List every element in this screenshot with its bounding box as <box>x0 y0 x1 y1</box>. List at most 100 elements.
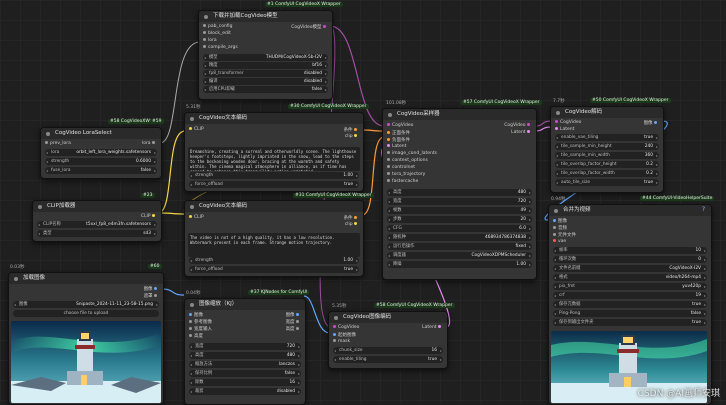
widget-denoise[interactable]: 降噪1.00 <box>387 261 532 268</box>
output-latent[interactable]: Latent <box>422 325 443 330</box>
input-positive[interactable]: 正面条件 <box>387 130 410 136</box>
input-clip[interactable]: CLIP <box>189 127 204 132</box>
node-title[interactable]: CogVideo文本编码 <box>185 113 363 124</box>
widget-pix-fmt[interactable]: pix_fmtyuv420p <box>553 283 707 290</box>
widget-tile-min-width[interactable]: tile_sample_min_width360 <box>555 152 659 159</box>
input-vae[interactable]: vae <box>553 239 566 244</box>
video-combine-node[interactable]: 合并为视频 ? 图像 音频 元件文件 vae 帧率10 循环次数0 文件名前缀C… <box>548 204 712 405</box>
node-title[interactable]: 加载图像 <box>9 273 163 284</box>
output-clip[interactable]: clip <box>345 222 359 227</box>
widget-vae-tiling[interactable]: enable_vae_tilingtrue <box>555 134 659 141</box>
input-image-cond[interactable]: image_cond_latents <box>387 151 437 156</box>
input-tora[interactable]: tora_trajectory <box>387 172 425 177</box>
widget-tile-min-height[interactable]: tile_sample_min_height240 <box>555 143 659 150</box>
node-title[interactable]: CogVideo图像编码 <box>329 312 447 323</box>
output-conditioning[interactable]: 条件 <box>344 215 359 221</box>
output-latent[interactable]: Latent <box>511 130 532 135</box>
input-block-edit[interactable]: block_edit <box>203 31 231 36</box>
widget-height[interactable]: 高度480 <box>189 352 301 359</box>
output-clip[interactable]: clip <box>345 134 359 139</box>
widget-format[interactable]: 格式video/h264-mp4 <box>553 274 707 281</box>
output-image[interactable]: 图像 <box>644 120 659 126</box>
lora-select-node[interactable]: CogVideo LoraSelect prev_lora lora lorao… <box>40 127 162 179</box>
widget-filename-prefix[interactable]: 文件名前缀CogVideoX-I2V <box>553 265 707 272</box>
output-clip[interactable]: CLIP <box>141 214 157 219</box>
node-title[interactable]: 合并为视频 <box>549 205 711 216</box>
input-fastercache[interactable]: fastercache <box>387 179 418 184</box>
node-title[interactable]: CogVideo解码 <box>551 107 663 118</box>
input-mask[interactable]: mask <box>333 339 350 344</box>
widget-fuse-lora[interactable]: fuse_lorafalse <box>45 167 157 174</box>
load-image-node[interactable]: 加载图像 图像 遮罩 图像Snipaste_2024-11-11_23-58-1… <box>8 272 164 405</box>
node-title[interactable]: CogVideo文本编码 <box>185 201 363 212</box>
widget-frames[interactable]: 帧数49 <box>387 207 532 214</box>
help-icon[interactable]: ? <box>702 206 705 213</box>
input-cogvideo[interactable]: CogVideo <box>387 123 413 128</box>
input-latent[interactable]: Latent <box>387 144 406 149</box>
output-width[interactable]: 宽度 <box>286 319 301 325</box>
widget-divisible-by[interactable]: 除数16 <box>189 379 301 386</box>
widget-force-offload[interactable]: force_offloadtrue <box>189 266 359 273</box>
output-mask[interactable]: 遮罩 <box>144 293 159 299</box>
image-encode-node[interactable]: CogVideo图像编码 CogVideo 起始图像 mask Latent c… <box>328 311 448 369</box>
node-title[interactable]: 图像缩放（KJ） <box>185 299 305 310</box>
input-cogvideo[interactable]: CogVideo <box>333 325 359 330</box>
download-model-node[interactable]: 下载并加载CogVideo模型 pab_config block_edit lo… <box>198 10 333 100</box>
clip-loader-node[interactable]: CLIP加载器 CLIP CLIP名称t5xxl_fp8_e4m3fn.safe… <box>32 200 162 242</box>
widget-width[interactable]: 宽度720 <box>189 343 301 350</box>
input-latent[interactable]: Latent <box>555 127 574 132</box>
widget-loop-count[interactable]: 循环次数0 <box>553 256 707 263</box>
input-meta-batch[interactable]: 元件文件 <box>553 232 576 238</box>
output-conditioning[interactable]: 条件 <box>344 127 359 133</box>
widget-scheduler[interactable]: 调度器CogVideoXDPMScheduler <box>387 252 532 259</box>
widget-clip-name[interactable]: CLIP名称t5xxl_fp8_e4m3fn.safetensors <box>37 221 157 228</box>
output-image[interactable]: 图像 <box>144 286 159 292</box>
node-title[interactable]: CogVideo采样器 <box>383 109 536 120</box>
input-prev-lora[interactable]: prev_lora <box>45 141 71 146</box>
widget-strength[interactable]: strength0.6000 <box>45 158 157 165</box>
node-title[interactable]: 下载并加载CogVideo模型 <box>199 11 332 22</box>
output-cogvideo-model[interactable]: CogVideo模型 <box>291 24 328 30</box>
input-image[interactable]: 图像 <box>189 312 203 318</box>
output-height[interactable]: 高度 <box>286 326 301 332</box>
input-lora[interactable]: lora <box>203 38 217 43</box>
widget-seed[interactable]: 随机种468934786374838 <box>387 234 532 241</box>
widget-clip-type[interactable]: 类型sd3 <box>37 230 157 237</box>
image-resize-node[interactable]: 图像缩放（KJ） 图像 参考图像 宽度输入 高度 图像 宽度 高度 宽度720 … <box>184 298 306 405</box>
widget-steps[interactable]: 步数20 <box>387 216 532 223</box>
prompt-textarea[interactable]: Dreamshine, creating a surreal and other… <box>188 147 360 171</box>
widget-save-metadata[interactable]: 保存元数据true <box>553 301 707 308</box>
widget-strength[interactable]: strength1.00 <box>189 257 359 264</box>
input-reference[interactable]: 参考图像 <box>189 319 212 325</box>
node-title[interactable]: CLIP加载器 <box>33 201 161 212</box>
widget-compile[interactable]: 编译disabled <box>203 78 328 85</box>
widget-ping-pong[interactable]: Ping-Pongfalse <box>553 310 707 317</box>
input-pab-config[interactable]: pab_config <box>203 24 233 29</box>
widget-strength[interactable]: strength1.00 <box>189 172 359 179</box>
widget-overlap-width[interactable]: tile_overlap_factor_width0.2 <box>555 170 659 177</box>
text-encode-positive-node[interactable]: CogVideo文本编码 CLIP 条件 clip Dreamshine, cr… <box>184 112 364 192</box>
widget-image-file[interactable]: 图像Snipaste_2024-11-11_23-58-15.png <box>13 301 159 308</box>
widget-precision[interactable]: 精度bf16 <box>203 62 328 69</box>
widget-frame-rate[interactable]: 帧率10 <box>553 247 707 254</box>
widget-cfg[interactable]: CFG6.0 <box>387 225 532 232</box>
input-cogvideo[interactable]: CogVideo <box>555 120 581 125</box>
input-images[interactable]: 图像 <box>553 218 567 224</box>
sampler-node[interactable]: CogVideo采样器 CogVideo 正面条件 负面条件 Latent im… <box>382 108 537 280</box>
input-start-image[interactable]: 起始图像 <box>333 332 356 338</box>
widget-chunk-size[interactable]: chunk_size16 <box>333 347 443 354</box>
widget-upscale-method[interactable]: 缩放方法lanczos <box>189 361 301 368</box>
widget-height[interactable]: 高度480 <box>387 189 532 196</box>
widget-fp8[interactable]: fp8_transformerdisabled <box>203 70 328 77</box>
output-cogvideo[interactable]: CogVideo <box>504 123 532 128</box>
widget-crf[interactable]: crf19 <box>553 292 707 299</box>
input-width[interactable]: 宽度输入 <box>189 326 212 332</box>
widget-cpu-offload[interactable]: 启用CPU卸载false <box>203 86 328 93</box>
widget-auto-tile[interactable]: auto_tile_sizetrue <box>555 179 659 186</box>
upload-button[interactable]: choose file to upload <box>13 310 159 317</box>
decode-node[interactable]: CogVideo解码 CogVideo Latent 图像 enable_vae… <box>550 106 664 193</box>
widget-enable-tiling[interactable]: enable_tilingtrue <box>333 356 443 363</box>
negative-prompt-textarea[interactable]: The video is not of a high quality, it h… <box>188 233 360 257</box>
output-lora[interactable]: lora <box>142 141 157 146</box>
input-compile-args[interactable]: compile_args <box>203 45 238 50</box>
